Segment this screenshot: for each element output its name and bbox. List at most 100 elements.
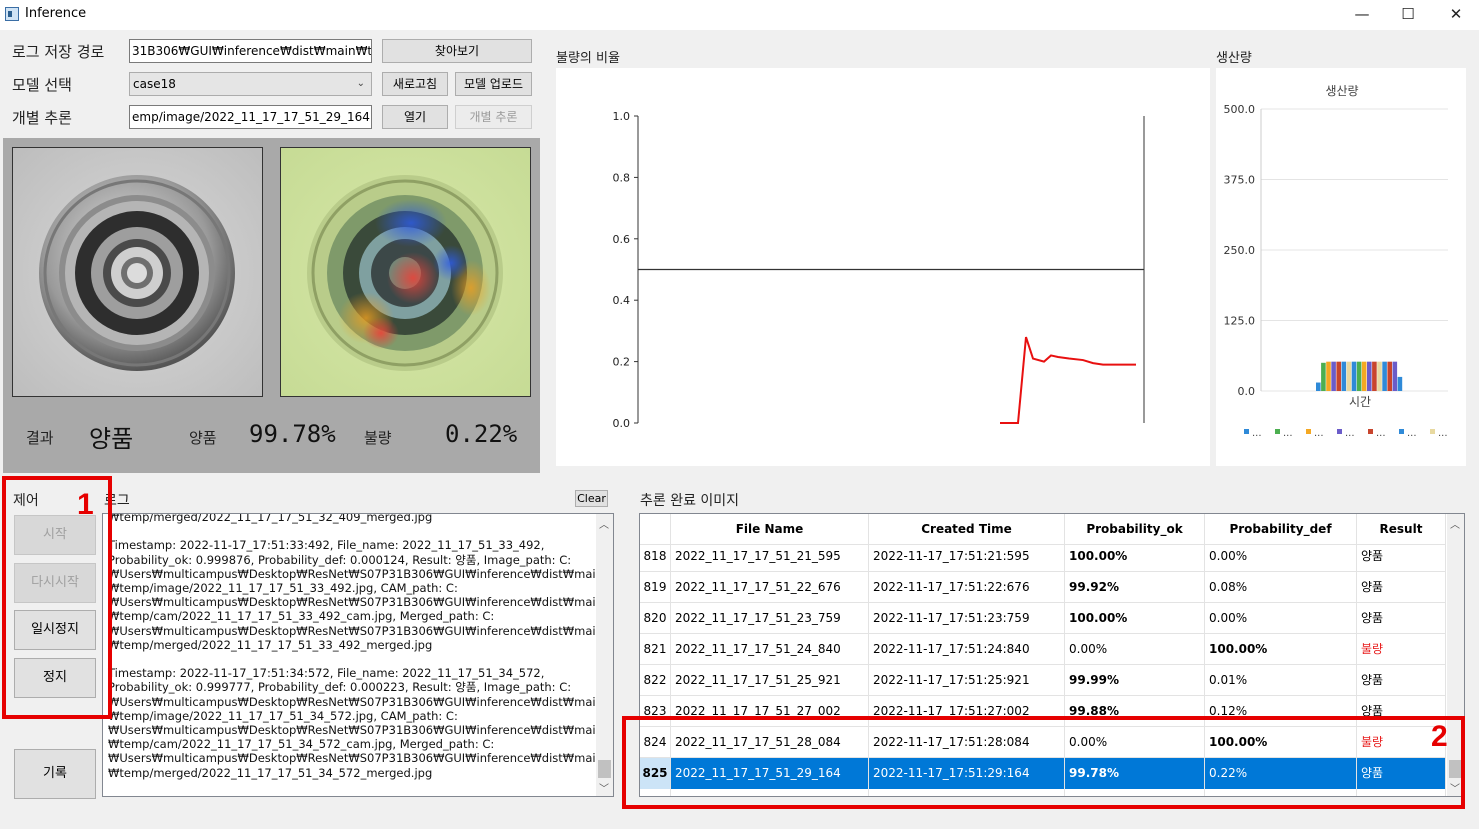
legend-label: ... [1407,428,1417,439]
log-line: ₩Users₩multicampus₩Desktop₩ResNet₩S07P31… [108,566,603,581]
log-line: ₩Users₩multicampus₩Desktop₩ResNet₩S07P31… [108,623,603,638]
refresh-button[interactable]: 새로고침 [382,72,448,96]
cell-ok[interactable]: 100.00% [1065,603,1205,634]
cell-file[interactable]: 2022_11_17_17_51_25_921 [671,665,869,696]
open-button[interactable]: 열기 [382,105,448,129]
log-line: ₩temp/cam/2022_11_17_17_51_33_492_cam.jp… [108,609,495,624]
cell-file[interactable]: 2022_11_17_17_51_24_840 [671,634,869,665]
cell-time[interactable]: 2022-11-17_17:51:21:595 [869,541,1065,572]
log-scrollbar[interactable]: ︿ ﹀ [596,514,613,796]
cell-time[interactable]: 2022-11-17_17:51:23:759 [869,603,1065,634]
table-row[interactable]: 821 2022_11_17_17_51_24_840 2022-11-17_17:… [640,634,1446,665]
table-row[interactable]: 820 2022_11_17_17_51_23_759 2022-11-17_17:… [640,603,1446,634]
impeller-gray-image [13,148,262,396]
log-line: ₩temp/cam/2022_11_17_17_51_34_572_cam.jp… [108,737,495,752]
legend-swatch [1337,429,1342,434]
cell-ok[interactable]: 100.00% [1065,541,1205,572]
y-tick-label: 0.2 [613,356,631,369]
production-bar [1387,361,1392,391]
legend-swatch [1306,429,1311,434]
log-textarea[interactable]: ₩temp/merged/2022_11_17_17_51_32_409_mer… [102,513,614,797]
y-tick-label: 0.0 [1238,385,1256,398]
annotation-box-2 [622,716,1465,809]
close-button[interactable]: ✕ [1433,0,1479,30]
production-bar [1372,361,1377,391]
cell-file[interactable]: 2022_11_17_17_51_23_759 [671,603,869,634]
cell-result[interactable]: 양품 [1357,541,1446,572]
legend-label: ... [1252,428,1262,439]
cell-ok[interactable]: 99.99% [1065,665,1205,696]
cell-result[interactable]: 양품 [1357,603,1446,634]
production-bar [1346,361,1352,391]
table-row[interactable]: 818 2022_11_17_17_51_21_595 2022-11-17_17:… [640,541,1446,572]
def-label: 불량 [364,429,392,447]
app-icon [5,7,19,21]
cell-def[interactable]: 0.00% [1205,603,1357,634]
minimize-button[interactable]: — [1339,0,1385,30]
production-bar [1316,382,1321,391]
ok-probability: 99.78% [249,420,336,448]
scroll-down-icon[interactable]: ﹀ [599,780,609,795]
single-infer-button[interactable]: 개별 추론 [455,105,532,129]
cell-def[interactable]: 0.08% [1205,572,1357,603]
scroll-up-icon[interactable]: ︿ [599,516,609,531]
legend-label: ... [1314,428,1324,439]
y-tick-label: 0.6 [613,233,631,246]
maximize-button[interactable]: ☐ [1385,0,1431,30]
cell-ok[interactable]: 0.00% [1065,634,1205,665]
x-axis-label: 시간 [1349,395,1371,409]
production-bar [1367,361,1372,391]
row-number[interactable]: 819 [640,572,671,603]
model-select[interactable]: case18 ⌄ [129,72,372,96]
clear-log-button[interactable]: Clear [575,490,608,507]
table-row[interactable]: 822 2022_11_17_17_51_25_921 2022-11-17_17:… [640,665,1446,696]
log-text: ₩temp/merged/2022_11_17_17_51_32_409_mer… [108,513,603,780]
browse-button[interactable]: 찾아보기 [382,39,532,63]
image-result-panel: 결과 양품 양품 99.78% 불량 0.22% [3,138,540,473]
cell-time[interactable]: 2022-11-17_17:51:22:676 [869,572,1065,603]
table-row[interactable]: 819 2022_11_17_17_51_22_676 2022-11-17_17:… [640,572,1446,603]
cell-file[interactable]: 2022_11_17_17_51_22_676 [671,572,869,603]
cell-def[interactable]: 100.00% [1205,634,1357,665]
production-bar [1392,361,1398,391]
production-bar [1336,361,1341,391]
production-chart: 생산량 0.0 125.0 250.0 375.0 500.0 시간............… [1216,68,1466,466]
log-line: ₩Users₩multicampus₩Desktop₩ResNet₩S07P31… [108,723,603,738]
log-line: Timestamp: 2022-11-17_17:51:33:492, File… [108,538,545,553]
cell-result[interactable]: 양품 [1357,665,1446,696]
row-number[interactable]: 818 [640,541,671,572]
cell-ok[interactable]: 99.92% [1065,572,1205,603]
row-number[interactable]: 821 [640,634,671,665]
log-line: ₩temp/merged/2022_11_17_17_51_32_409_mer… [108,513,433,524]
ratio-chart: 0.0 0.2 0.4 0.6 0.8 1.0 [556,68,1210,466]
log-path-input[interactable]: 31B306₩GUI₩inference₩dist₩main₩temp [129,39,372,63]
row-number[interactable]: 822 [640,665,671,696]
cell-time[interactable]: 2022-11-17_17:51:25:921 [869,665,1065,696]
cell-def[interactable]: 0.01% [1205,665,1357,696]
y-tick-label: 375.0 [1224,174,1256,187]
cell-time[interactable]: 2022-11-17_17:51:24:840 [869,634,1065,665]
model-upload-button[interactable]: 모델 업로드 [455,72,532,96]
cell-file[interactable]: 2022_11_17_17_51_21_595 [671,541,869,572]
log-line: ₩Users₩multicampus₩Desktop₩ResNet₩S07P31… [108,595,603,610]
cell-result[interactable]: 양품 [1357,572,1446,603]
scroll-up-icon[interactable]: ︿ [1450,516,1460,531]
log-scroll-thumb[interactable] [598,760,611,778]
row-number[interactable]: 820 [640,603,671,634]
legend-label: ... [1345,428,1355,439]
production-bar [1377,361,1382,391]
production-bar [1356,361,1362,391]
ratio-chart-title: 불량의 비율 [556,51,620,66]
log-line: ₩temp/merged/2022_11_17_17_51_34_572_mer… [108,765,433,780]
ok-label: 양품 [189,429,217,447]
cell-def[interactable]: 0.00% [1205,541,1357,572]
single-image-path-input[interactable]: emp/image/2022_11_17_17_51_29_164.jpg [129,105,372,129]
legend-swatch [1368,429,1373,434]
result-label: 결과 [26,429,54,447]
cell-result[interactable]: 불량 [1357,634,1446,665]
log-line: ₩Users₩multicampus₩Desktop₩ResNet₩S07P31… [108,694,603,709]
def-probability: 0.22% [445,420,518,448]
inference-window: Inference — ☐ ✕ 로그 저장 경로 31B306₩GUI₩infe… [0,0,1479,829]
record-button[interactable]: 기록 [14,749,96,799]
production-bar [1341,361,1347,391]
